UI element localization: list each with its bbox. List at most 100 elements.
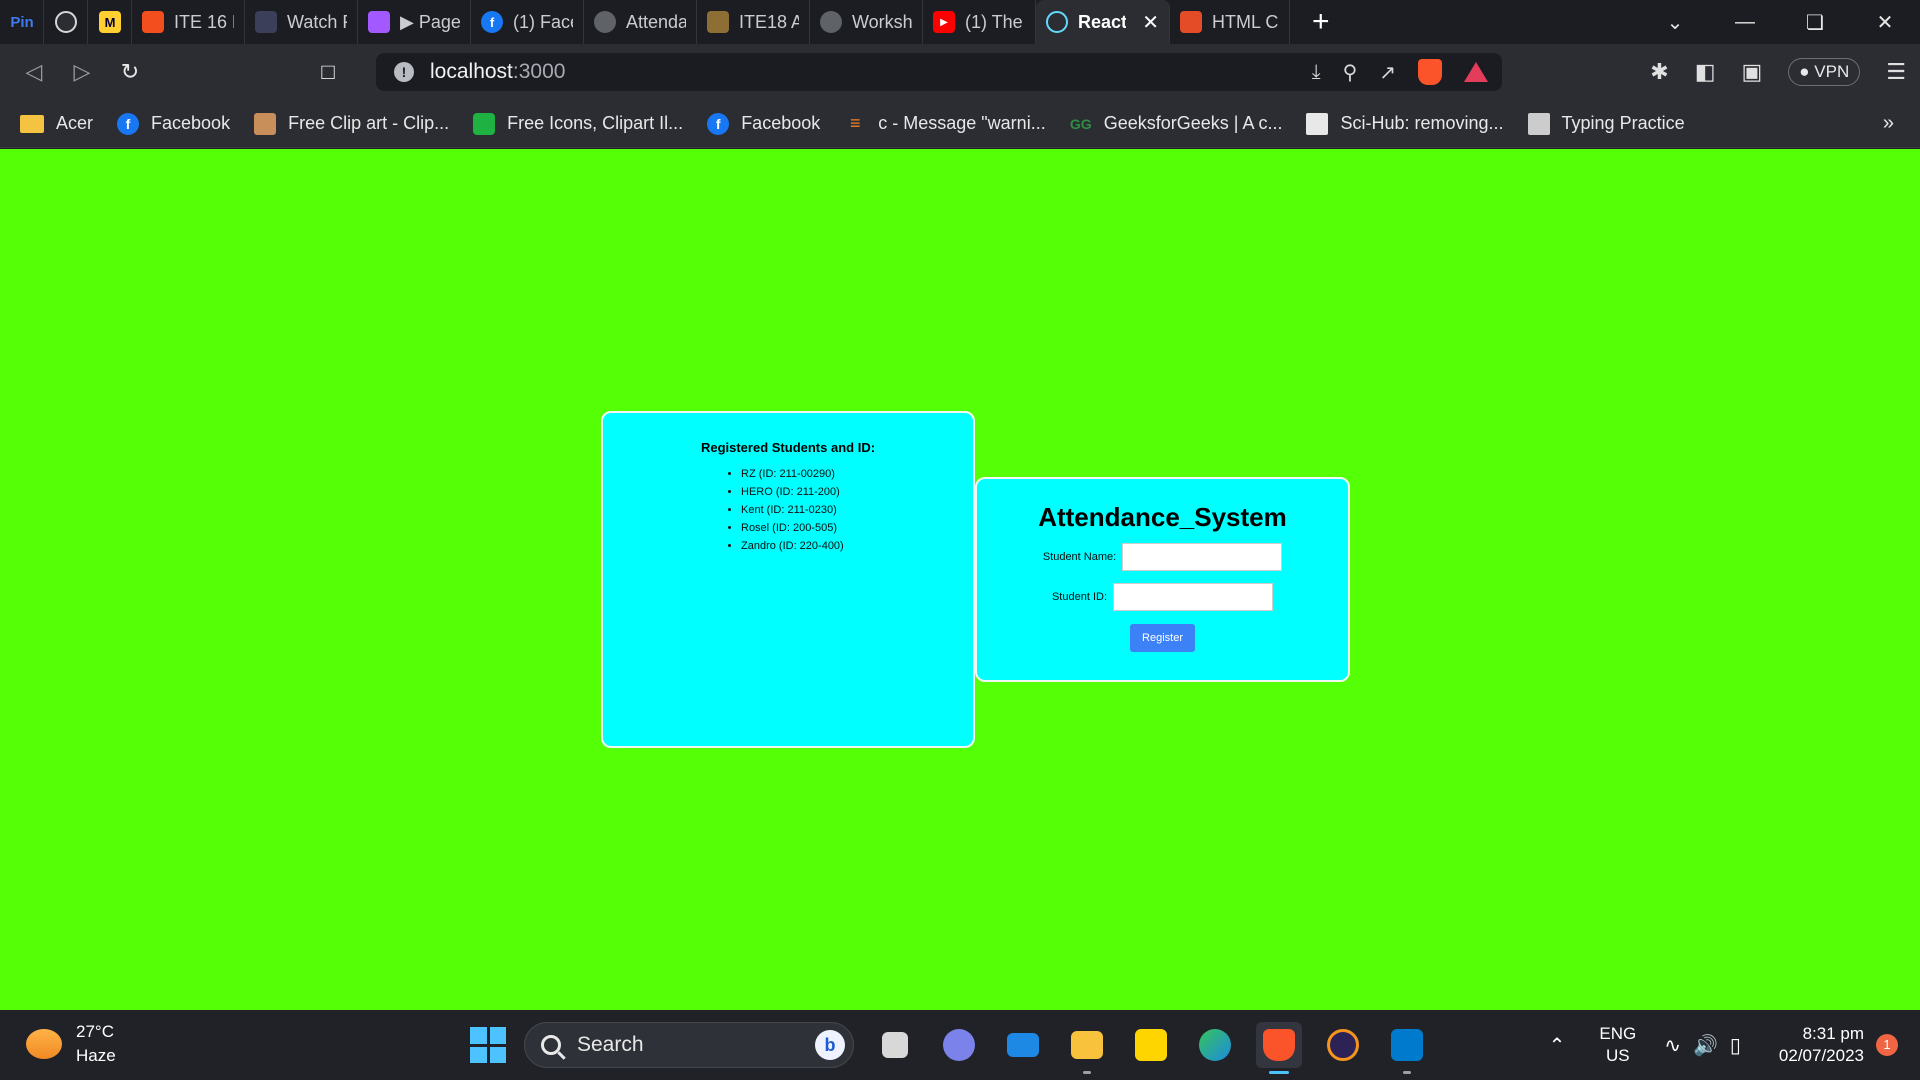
folder-icon: [20, 114, 44, 133]
notification-badge[interactable]: 1: [1876, 1034, 1898, 1056]
facebook-icon: f: [481, 11, 503, 33]
start-icon[interactable]: [470, 1027, 506, 1063]
tab[interactable]: ▶(1) The Da: [923, 0, 1036, 44]
figma-icon: [142, 11, 164, 33]
bookmark-item[interactable]: Sci-Hub: removing...: [1306, 112, 1504, 135]
tab[interactable]: Watch Foo: [245, 0, 358, 44]
attendance-form-card: Attendance_System Student Name: Student …: [975, 477, 1350, 682]
vpn-button[interactable]: ● VPN: [1788, 58, 1861, 86]
minimize-icon[interactable]: —: [1710, 11, 1780, 34]
page-viewport: Registered Students and ID: RZ (ID: 211-…: [0, 149, 1920, 1010]
system-tray: ⌃ ENG US ∿🔊▯ 8:31 pm 02/07/2023 1: [1549, 1010, 1898, 1080]
zoom-icon[interactable]: ⚲: [1343, 60, 1358, 85]
globe-icon: [594, 11, 616, 33]
weather-widget[interactable]: 27°C Haze: [26, 1020, 116, 1068]
reload-icon[interactable]: ↻: [106, 59, 154, 85]
tab-strip: Pin M ITE 16 Proj Watch Foo ▶ Page 1 - f…: [0, 0, 1920, 44]
student-name-input[interactable]: [1122, 543, 1283, 571]
language-label: ENG: [1599, 1024, 1637, 1043]
restore-icon[interactable]: ❏: [1780, 10, 1850, 35]
student-list-item: Zandro (ID: 220-400): [741, 537, 973, 555]
student-id-label: Student ID:: [1051, 591, 1108, 603]
tab-active-react[interactable]: React ✕: [1036, 0, 1170, 44]
vscode-icon[interactable]: [1384, 1022, 1430, 1074]
wallet-icon[interactable]: ▣: [1742, 59, 1763, 85]
bookmark-item[interactable]: Typing Practice: [1527, 112, 1685, 135]
sidebar-icon[interactable]: ◧: [1695, 59, 1716, 85]
brave-icon[interactable]: [1256, 1022, 1302, 1074]
clock[interactable]: 8:31 pm 02/07/2023: [1779, 1023, 1864, 1067]
tab[interactable]: f(1) Facebo: [471, 0, 584, 44]
tab-search-icon[interactable]: ⌄: [1640, 10, 1710, 35]
tab-pinned-pinterest[interactable]: Pin: [0, 0, 44, 44]
student-list-item: Rosel (ID: 200-505): [741, 519, 973, 537]
search-placeholder: Search: [577, 1033, 644, 1056]
bookmark-item[interactable]: Free Icons, Clipart Il...: [473, 112, 683, 135]
chevron-up-icon[interactable]: ⌃: [1549, 1033, 1566, 1058]
back-icon[interactable]: ◁: [10, 59, 58, 85]
address-port: :3000: [512, 60, 566, 83]
bookmark-icon[interactable]: □: [304, 59, 352, 85]
more-bookmarks-icon[interactable]: »: [1883, 112, 1894, 135]
site-info-icon[interactable]: !: [394, 62, 414, 82]
site-icon: [255, 11, 277, 33]
tab-pinned-miro[interactable]: M: [88, 0, 132, 44]
tab[interactable]: HTML Colo: [1170, 0, 1290, 44]
network-volume-battery[interactable]: ∿🔊▯: [1664, 1033, 1753, 1058]
student-list: RZ (ID: 211-00290) HERO (ID: 211-200) Ke…: [741, 465, 973, 555]
facebook-icon: f: [117, 112, 140, 135]
icons8-icon: [473, 112, 496, 135]
forward-icon[interactable]: ▷: [58, 59, 106, 85]
edge-icon[interactable]: [1192, 1022, 1238, 1068]
eclipse-icon[interactable]: [1320, 1022, 1366, 1068]
file-viewer-icon[interactable]: [872, 1022, 918, 1068]
tab-pinned-chatgpt[interactable]: [44, 0, 88, 44]
extensions-icon[interactable]: ✱: [1650, 59, 1668, 85]
weather-haze-icon: [26, 1029, 62, 1059]
brave-shields-icon[interactable]: [1418, 59, 1442, 85]
address-host: localhost: [430, 60, 513, 83]
gfg-icon: GG: [1069, 115, 1092, 132]
new-tab-icon[interactable]: +: [1312, 5, 1330, 39]
taskbar-search[interactable]: Search b: [524, 1022, 854, 1068]
address-bar[interactable]: ! localhost:3000 ⤓ ⚲ ↗: [376, 53, 1502, 91]
student-name-label: Student Name:: [1042, 551, 1117, 563]
menu-icon[interactable]: ☰: [1886, 59, 1906, 85]
close-tab-icon[interactable]: ✕: [1142, 10, 1159, 35]
wifi-icon: ∿: [1664, 1034, 1693, 1057]
search-icon: [541, 1035, 561, 1055]
register-button[interactable]: Register: [1130, 624, 1195, 652]
battery-icon: ▯: [1729, 1034, 1753, 1057]
language-indicator[interactable]: ENG US: [1599, 1023, 1636, 1067]
site-icon: [707, 11, 729, 33]
student-id-row: Student ID:: [977, 583, 1348, 611]
window-controls: ⌄ — ❏ ✕: [1640, 0, 1920, 44]
tab[interactable]: Workshop: [810, 0, 923, 44]
brave-rewards-icon[interactable]: [1464, 62, 1488, 82]
volume-icon: 🔊: [1692, 1034, 1730, 1057]
tab[interactable]: ITE18 APP: [697, 0, 810, 44]
teams-icon[interactable]: [936, 1022, 982, 1068]
bookmark-item[interactable]: GG GeeksforGeeks | A c...: [1070, 113, 1283, 135]
bing-icon[interactable]: b: [815, 1030, 845, 1060]
sticky-notes-icon[interactable]: [1128, 1022, 1174, 1068]
tab[interactable]: ▶ Page 1 -: [358, 0, 471, 44]
bookmark-item[interactable]: Free Clip art - Clip...: [254, 112, 449, 135]
bookmark-item[interactable]: Acer: [20, 113, 93, 134]
bookmark-item[interactable]: f Facebook: [707, 112, 820, 135]
mail-icon[interactable]: [1000, 1022, 1046, 1068]
install-icon[interactable]: ⤓: [1312, 61, 1321, 84]
taskbar-apps: Search b: [470, 1020, 1430, 1074]
miro-icon: M: [99, 11, 121, 33]
bookmark-item[interactable]: ≡ c - Message "warni...: [844, 113, 1046, 135]
share-icon[interactable]: ↗: [1379, 60, 1396, 85]
stackoverflow-icon: ≡: [849, 113, 861, 133]
bookmark-item[interactable]: f Facebook: [117, 112, 230, 135]
student-name-row: Student Name:: [977, 543, 1348, 571]
file-explorer-icon[interactable]: [1064, 1022, 1110, 1074]
tab[interactable]: ITE 16 Proj: [132, 0, 245, 44]
tab[interactable]: Attendanc: [584, 0, 697, 44]
typing-icon: [1527, 112, 1550, 135]
student-id-input[interactable]: [1113, 583, 1274, 611]
close-window-icon[interactable]: ✕: [1850, 10, 1920, 35]
